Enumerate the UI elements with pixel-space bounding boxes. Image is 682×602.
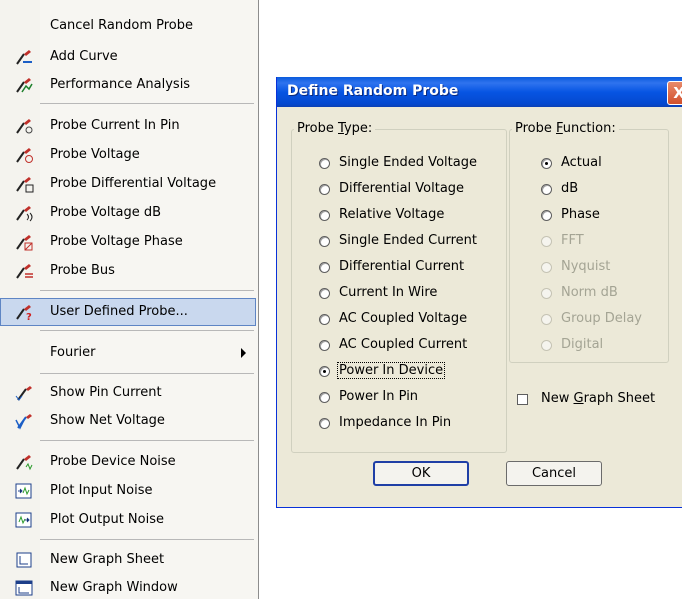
- radio-button-selected[interactable]: [541, 158, 552, 169]
- dialog-title: Define Random Probe: [287, 83, 459, 99]
- new-graph-window-icon: [15, 580, 33, 596]
- menu-item-label: New Graph Window: [50, 580, 178, 595]
- menu-item-plot-input-noise[interactable]: Plot Input Noise: [0, 477, 256, 505]
- context-menu: Cancel Random Probe Add Curve Performanc…: [0, 0, 259, 599]
- show-net-voltage-icon: [15, 414, 32, 430]
- menu-separator: [40, 103, 254, 104]
- menu-separator: [40, 290, 254, 291]
- menu-item-label: Show Pin Current: [50, 385, 162, 400]
- radio-button[interactable]: [319, 210, 330, 221]
- radio-button[interactable]: [319, 418, 330, 429]
- menu-item-label: Show Net Voltage: [50, 413, 165, 428]
- menu-item-label: User Defined Probe...: [50, 304, 188, 319]
- menu-item-label: Probe Voltage dB: [50, 205, 162, 220]
- radio-button-disabled: [541, 262, 552, 273]
- menu-separator: [40, 539, 254, 540]
- menu-item-label: Probe Voltage Phase: [50, 234, 183, 249]
- menu-item-show-pin-current[interactable]: Show Pin Current: [0, 379, 256, 407]
- menu-item-label: Fourier: [50, 345, 96, 360]
- radio-button[interactable]: [319, 184, 330, 195]
- menu-item-probe-voltage-db[interactable]: Probe Voltage dB: [0, 199, 256, 227]
- define-random-probe-dialog: Define Random Probe X Probe Type: Single…: [276, 77, 682, 508]
- menu-item-performance-analysis[interactable]: Performance Analysis: [0, 71, 256, 99]
- close-icon[interactable]: X: [667, 81, 682, 105]
- radio-button[interactable]: [541, 210, 552, 221]
- probe-device-noise-icon: [16, 455, 33, 471]
- probe-function-legend: Probe Function:: [512, 121, 619, 136]
- menu-item-new-graph-sheet[interactable]: New Graph Sheet: [0, 546, 256, 574]
- radio-button[interactable]: [319, 314, 330, 325]
- new-graph-sheet-checkbox-row[interactable]: New Graph Sheet: [517, 391, 677, 411]
- menu-item-probe-current-in-pin[interactable]: Probe Current In Pin: [0, 112, 256, 140]
- probe-type-legend: Probe Type:: [294, 121, 376, 136]
- user-defined-probe-icon: ?: [16, 305, 32, 321]
- radio-button[interactable]: [319, 158, 330, 169]
- radio-button-disabled: [541, 236, 552, 247]
- probe-voltage-db-icon: [16, 206, 33, 222]
- plot-input-noise-icon: [15, 483, 32, 499]
- probe-current-icon: [16, 119, 33, 134]
- menu-item-label: New Graph Sheet: [50, 552, 165, 567]
- radio-button-disabled: [541, 314, 552, 325]
- radio-button[interactable]: [319, 236, 330, 247]
- menu-item-probe-differential-voltage[interactable]: Probe Differential Voltage: [0, 170, 256, 198]
- menu-item-label: Probe Voltage: [50, 147, 140, 162]
- menu-item-label: Plot Input Noise: [50, 483, 153, 498]
- radio-button[interactable]: [319, 340, 330, 351]
- menu-item-label: Probe Current In Pin: [50, 118, 180, 133]
- show-pin-current-icon: [15, 386, 32, 401]
- svg-text:?: ?: [26, 312, 32, 321]
- ok-button[interactable]: OK: [373, 461, 469, 486]
- menu-item-plot-output-noise[interactable]: Plot Output Noise: [0, 506, 256, 534]
- add-curve-probe-icon: [16, 50, 32, 65]
- menu-item-label: Probe Bus: [50, 263, 115, 278]
- probe-diff-voltage-icon: [16, 177, 34, 193]
- menu-item-probe-bus[interactable]: Probe Bus: [0, 257, 256, 285]
- menu-item-cancel-random-probe[interactable]: Cancel Random Probe: [0, 12, 256, 40]
- menu-item-probe-voltage-phase[interactable]: Probe Voltage Phase: [0, 228, 256, 256]
- plot-output-noise-icon: [15, 512, 32, 528]
- menu-item-probe-voltage[interactable]: Probe Voltage: [0, 141, 256, 169]
- menu-separator: [40, 373, 254, 374]
- radio-button-disabled: [541, 340, 552, 351]
- new-graph-sheet-icon: [16, 552, 32, 568]
- menu-item-label: Probe Device Noise: [50, 454, 176, 469]
- radio-button[interactable]: [541, 184, 552, 195]
- new-graph-sheet-label: New Graph Sheet: [541, 391, 656, 406]
- probe-bus-icon: [16, 264, 33, 279]
- radio-button[interactable]: [319, 392, 330, 403]
- new-graph-sheet-checkbox[interactable]: [517, 394, 528, 405]
- menu-item-label: Plot Output Noise: [50, 512, 164, 527]
- radio-button-selected[interactable]: [319, 366, 330, 377]
- menu-item-label: Add Curve: [50, 49, 118, 64]
- menu-item-show-net-voltage[interactable]: Show Net Voltage: [0, 407, 256, 435]
- dialog-titlebar[interactable]: Define Random Probe X: [277, 77, 682, 107]
- radio-button-disabled: [541, 288, 552, 299]
- menu-item-add-curve[interactable]: Add Curve: [0, 43, 256, 71]
- menu-separator: [40, 330, 254, 331]
- cancel-button[interactable]: Cancel: [506, 461, 602, 486]
- menu-item-user-defined-probe[interactable]: ? User Defined Probe...: [0, 298, 256, 326]
- menu-item-probe-device-noise[interactable]: Probe Device Noise: [0, 448, 256, 476]
- menu-item-new-graph-window[interactable]: New Graph Window: [0, 574, 256, 602]
- performance-probe-icon: [16, 78, 33, 93]
- menu-item-label: Performance Analysis: [50, 77, 191, 92]
- radio-button[interactable]: [319, 262, 330, 273]
- probe-voltage-phase-icon: [16, 235, 33, 251]
- probe-voltage-icon: [16, 148, 33, 163]
- radio-button[interactable]: [319, 288, 330, 299]
- menu-item-label: Cancel Random Probe: [50, 18, 193, 33]
- menu-item-fourier[interactable]: Fourier: [0, 339, 256, 367]
- menu-separator: [40, 440, 254, 441]
- menu-item-label: Probe Differential Voltage: [50, 176, 217, 191]
- submenu-arrow-icon: [241, 348, 246, 358]
